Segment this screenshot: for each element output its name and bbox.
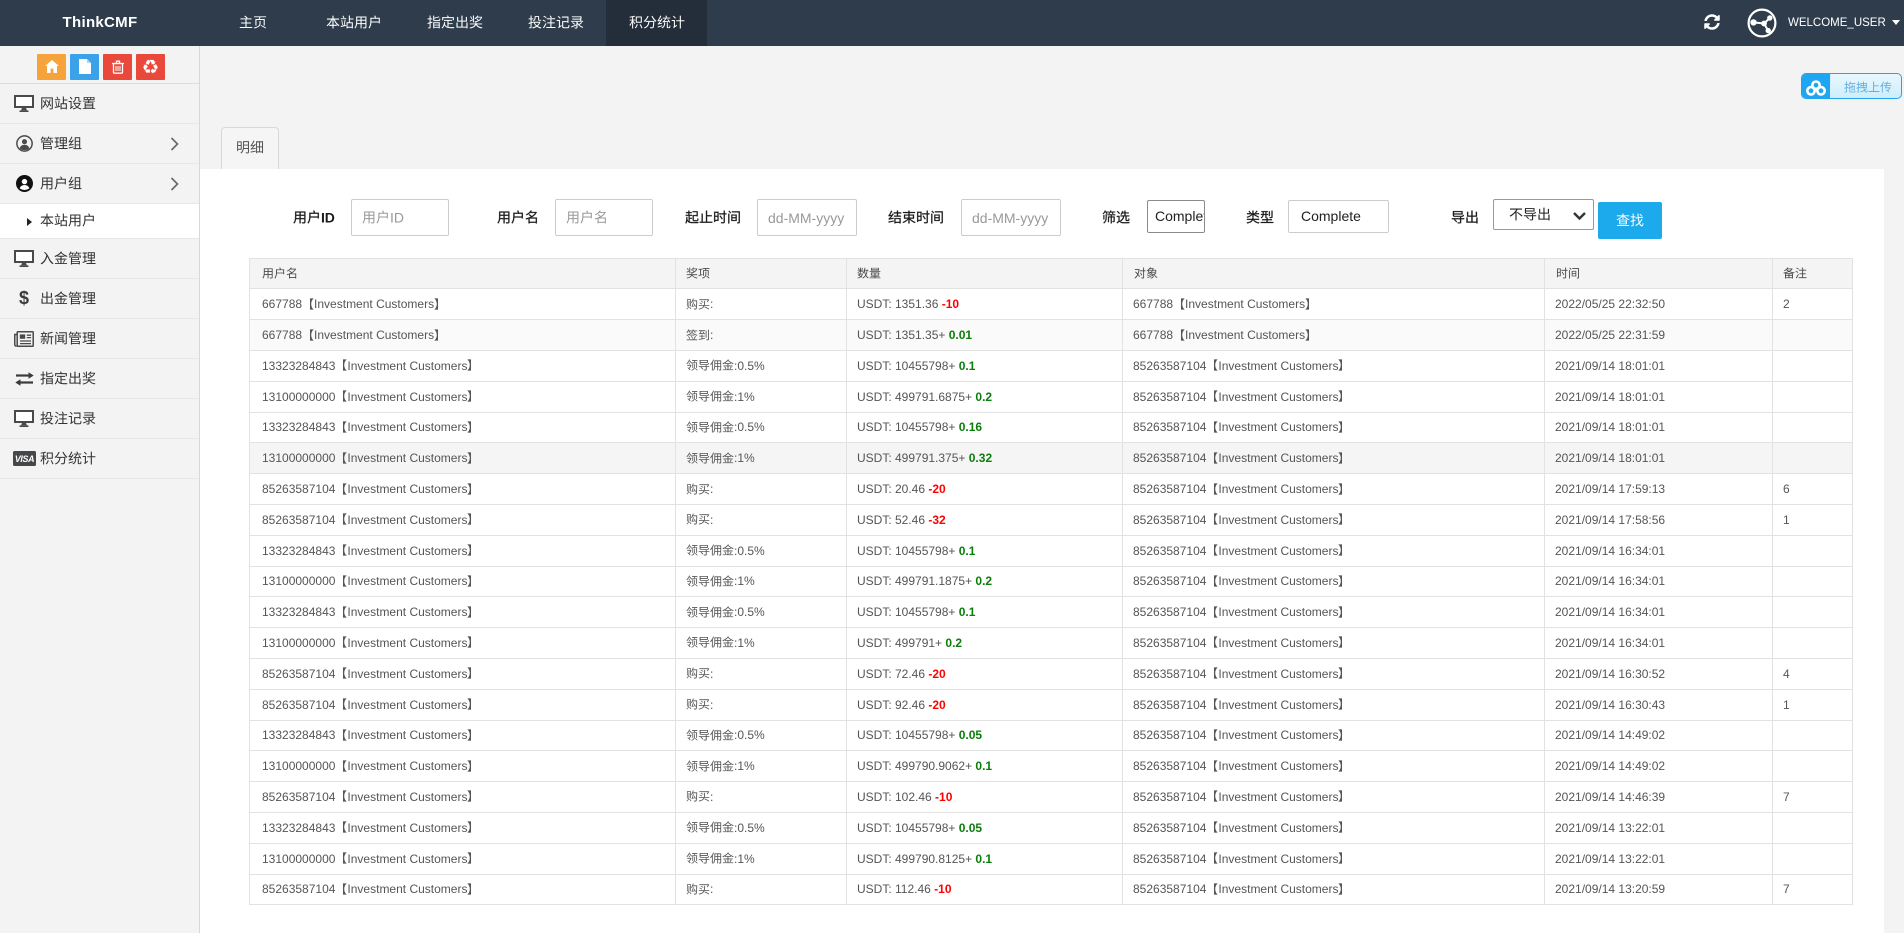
svg-text:VISA: VISA [14, 454, 33, 464]
